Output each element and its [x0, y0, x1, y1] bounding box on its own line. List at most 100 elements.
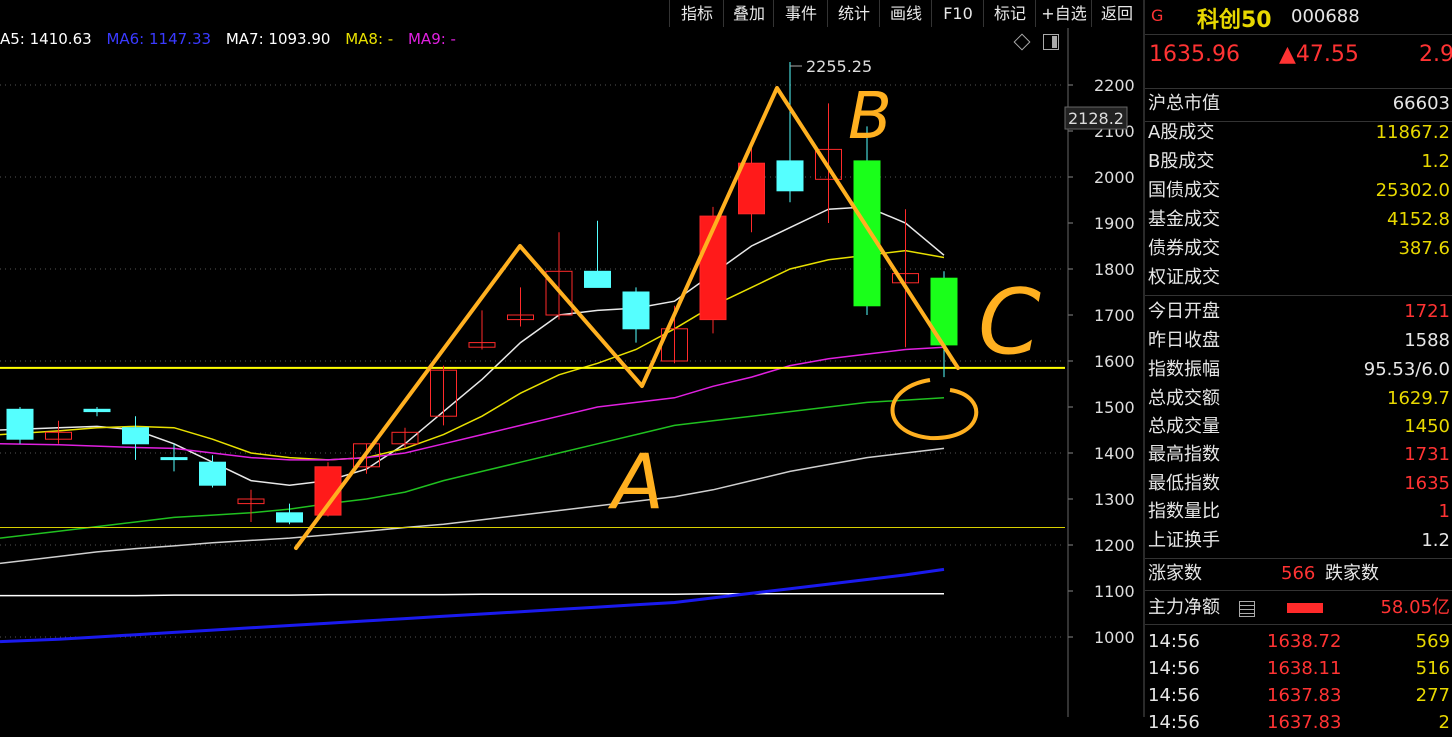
ma-legend: A5: 1410.63 MA6: 1147.33 MA7: 1093.90 MA…	[0, 30, 466, 52]
stat-value: 1588	[1404, 330, 1450, 351]
stat-value: 11867.2	[1375, 122, 1450, 143]
stat-value: 1450	[1404, 416, 1450, 437]
stat-label: 总成交量	[1148, 416, 1220, 437]
mark-button[interactable]: 标记	[983, 0, 1036, 27]
price-change: ▲47.55	[1279, 42, 1359, 67]
f10-button[interactable]: F10	[931, 0, 984, 27]
main-flow-row: 主力净额 58.05亿	[1145, 594, 1452, 622]
price-pct: 2.9	[1419, 42, 1452, 67]
candle-body	[83, 408, 111, 413]
hand-drawn-circle	[890, 378, 979, 441]
stat-row: 最低指数 1635	[1145, 470, 1452, 498]
stat-row: 沪总市值 66603	[1145, 90, 1452, 118]
kline-chart[interactable]: 2200 2100 2000 1900 1800 1700 1600 1500 1400 1300…	[0, 28, 1143, 717]
stat-label: 最低指数	[1148, 473, 1220, 494]
y-tick-label: 1200	[1094, 536, 1135, 555]
candle-body	[160, 457, 188, 461]
ma6-label: MA6: 1147.33	[106, 30, 212, 48]
index-code: 000688	[1291, 6, 1360, 27]
tick-volume: 277	[1415, 685, 1450, 706]
ma-line-white_slow	[0, 593, 944, 597]
stat-row: 债券成交 387.6	[1145, 235, 1452, 263]
candle-body	[276, 512, 303, 523]
stat-row: 今日开盘 1721	[1145, 298, 1452, 326]
add-watchlist-button[interactable]: +自选	[1035, 0, 1092, 27]
stat-label: B股成交	[1148, 151, 1215, 172]
ma8-label: MA8: -	[345, 30, 394, 48]
stat-label: 昨日收盘	[1148, 330, 1220, 351]
stat-value: 95.53/6.0	[1363, 359, 1450, 380]
tick-row: 14:56 1638.72 569	[1145, 628, 1452, 656]
list-icon[interactable]	[1239, 601, 1255, 617]
stat-label: 总成交额	[1148, 388, 1220, 409]
tick-time: 14:56	[1148, 631, 1200, 652]
tick-time: 14:56	[1148, 658, 1200, 679]
stat-row: 最高指数 1731	[1145, 441, 1452, 469]
candle-body	[199, 461, 226, 486]
y-tick-label: 1900	[1094, 214, 1135, 233]
stat-label: A股成交	[1148, 122, 1215, 143]
market-badge: G	[1151, 6, 1164, 25]
candle-body	[584, 270, 611, 288]
event-button[interactable]: 事件	[773, 0, 828, 27]
y-tick-label: 1300	[1094, 490, 1135, 509]
ma-line-blue	[0, 567, 945, 644]
stat-row: 权证成交	[1145, 264, 1452, 292]
tick-volume: 516	[1415, 658, 1450, 679]
ma5-label: A5: 1410.63	[0, 30, 92, 48]
chart-toolbar: 指标 叠加 事件 统计 画线 F10 标记 +自选 返回	[0, 0, 1143, 28]
ma7-label: MA7: 1093.90	[225, 30, 331, 48]
breadth-row: 涨家数 566 跌家数	[1145, 560, 1452, 588]
stat-label: 指数量比	[1148, 501, 1220, 522]
stat-label: 权证成交	[1148, 267, 1220, 288]
tick-time: 14:56	[1148, 685, 1200, 706]
stat-label: 今日开盘	[1148, 301, 1220, 322]
tick-price: 1638.11	[1267, 658, 1342, 679]
stat-label: 债券成交	[1148, 238, 1220, 259]
y-tick-label: 1500	[1094, 398, 1135, 417]
stat-row: 国债成交 25302.0	[1145, 177, 1452, 205]
fall-label: 跌家数	[1325, 563, 1379, 584]
rise-label: 涨家数	[1148, 563, 1202, 584]
panel-toggle-icon[interactable]	[1043, 34, 1059, 50]
statistics-button[interactable]: 统计	[827, 0, 880, 27]
index-name: 科创50	[1197, 8, 1272, 33]
stat-value: 1.2	[1421, 530, 1450, 551]
candle-body	[6, 408, 34, 440]
stat-label: 沪总市值	[1148, 93, 1220, 114]
candle-body	[738, 162, 765, 215]
stat-value: 4152.8	[1387, 209, 1450, 230]
stat-row: 昨日收盘 1588	[1145, 327, 1452, 355]
back-button[interactable]: 返回	[1091, 0, 1142, 27]
candle-body	[622, 291, 650, 330]
ma-line-gray	[0, 447, 945, 565]
stat-row: 基金成交 4152.8	[1145, 206, 1452, 234]
stat-label: 最高指数	[1148, 444, 1220, 465]
price-row: 1635.96 ▲47.55 2.9	[1145, 38, 1452, 78]
tick-volume: 2	[1438, 712, 1450, 733]
y-tick-label: 1600	[1094, 352, 1135, 371]
stat-row: A股成交 11867.2	[1145, 119, 1452, 147]
indicator-button[interactable]: 指标	[669, 0, 724, 27]
ma9-label: MA9: -	[407, 30, 456, 48]
stat-label: 指数振幅	[1148, 359, 1220, 380]
stat-row: 总成交量 1450	[1145, 413, 1452, 441]
stat-row: 指数振幅 95.53/6.0	[1145, 356, 1452, 384]
stat-value: 1.2	[1421, 151, 1450, 172]
stat-row: 指数量比 1	[1145, 498, 1452, 526]
hand-drawn-label: A	[607, 437, 664, 526]
tick-price: 1638.72	[1267, 631, 1342, 652]
ma-line-green	[0, 397, 945, 539]
stat-label: 上证换手	[1148, 530, 1220, 551]
tick-price: 1637.83	[1267, 685, 1342, 706]
draw-line-button[interactable]: 画线	[879, 0, 932, 27]
tick-time: 14:56	[1148, 712, 1200, 733]
y-tick-label: 1100	[1094, 582, 1135, 601]
last-price: 1635.96	[1149, 42, 1240, 67]
quote-header: G 科创50 000688	[1145, 0, 1452, 34]
tick-price: 1637.83	[1267, 712, 1342, 733]
overlay-button[interactable]: 叠加	[723, 0, 774, 27]
stat-value: 1635	[1404, 473, 1450, 494]
hand-drawn-label: B	[848, 80, 892, 154]
y-tick-label: 1400	[1094, 444, 1135, 463]
